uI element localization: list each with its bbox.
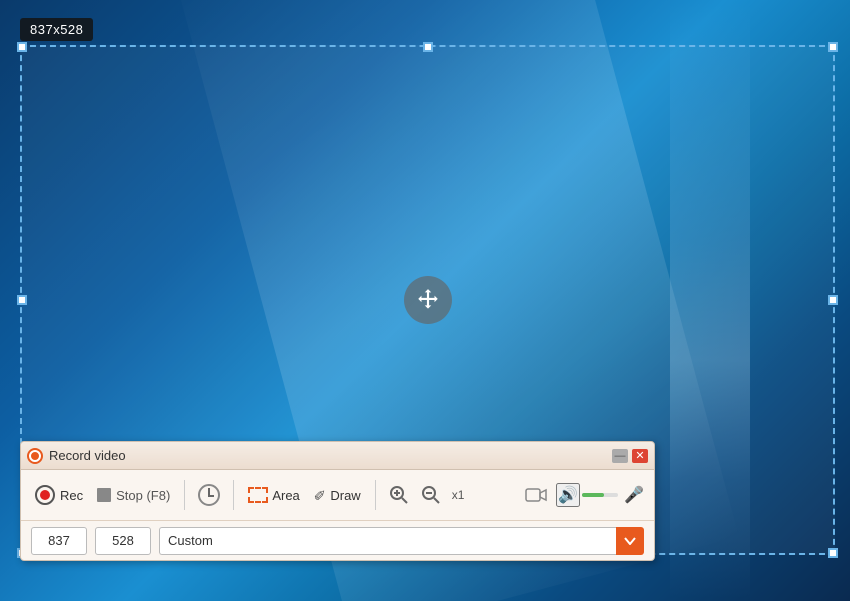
zoom-1x-button[interactable]: x1 xyxy=(450,486,467,504)
chevron-down-icon xyxy=(624,537,636,545)
height-input[interactable] xyxy=(95,527,151,555)
camera-button[interactable] xyxy=(522,481,550,509)
volume-control: 🔊 xyxy=(556,483,618,507)
area-button[interactable]: Area xyxy=(244,485,303,505)
zoom-out-icon xyxy=(421,485,441,505)
stop-square-icon xyxy=(97,488,111,502)
close-button[interactable]: ✕ xyxy=(632,449,648,463)
pencil-icon: ✏ xyxy=(309,484,331,506)
area-label: Area xyxy=(272,488,299,503)
desktop-background: 837x528 Record video — ✕ Rec xyxy=(0,0,850,601)
stop-button[interactable]: Stop (F8) xyxy=(93,486,174,505)
zoom-in-button[interactable] xyxy=(386,482,412,508)
width-input[interactable] xyxy=(31,527,87,555)
handle-top-middle[interactable] xyxy=(423,42,433,52)
toolbar-title-left: Record video xyxy=(27,448,186,464)
area-dashed-icon xyxy=(248,487,268,503)
volume-icon-button[interactable]: 🔊 xyxy=(556,483,580,507)
rec-dot-icon xyxy=(40,490,50,500)
toolbar-footer: Custom xyxy=(21,520,654,560)
right-controls: 🔊 🎤 xyxy=(522,481,644,509)
window-controls: — ✕ xyxy=(612,449,648,463)
divider-3 xyxy=(375,480,376,510)
handle-middle-right[interactable] xyxy=(828,295,838,305)
zoom-in-icon xyxy=(389,485,409,505)
preset-text: Custom xyxy=(159,527,617,555)
volume-fill-green xyxy=(582,493,604,497)
rec-label: Rec xyxy=(60,488,83,503)
move-arrows-svg xyxy=(415,287,441,313)
rec-circle-icon xyxy=(35,485,55,505)
clock-icon xyxy=(198,484,220,506)
app-icon-orange xyxy=(27,448,43,464)
move-cursor-icon[interactable] xyxy=(404,276,452,324)
toolbar-body: Rec Stop (F8) Area ✏ Draw xyxy=(21,470,654,520)
toolbar-title: Record video xyxy=(49,448,126,463)
volume-bar-green[interactable] xyxy=(582,493,618,497)
toolbar-titlebar: Record video — ✕ xyxy=(21,442,654,470)
handle-middle-left[interactable] xyxy=(17,295,27,305)
record-video-toolbar: Record video — ✕ Rec Stop (F8) xyxy=(20,441,655,561)
zoom-out-button[interactable] xyxy=(418,482,444,508)
preset-dropdown-button[interactable] xyxy=(616,527,644,555)
handle-top-right[interactable] xyxy=(828,42,838,52)
handle-top-left[interactable] xyxy=(17,42,27,52)
minimize-button[interactable]: — xyxy=(612,449,628,463)
rec-button[interactable]: Rec xyxy=(31,483,87,507)
camera-icon xyxy=(525,486,547,504)
divider-2 xyxy=(233,480,234,510)
microphone-button[interactable]: 🎤 xyxy=(624,485,644,505)
draw-button[interactable]: ✏ Draw xyxy=(310,484,365,506)
handle-bottom-right[interactable] xyxy=(828,548,838,558)
timer-button[interactable] xyxy=(195,481,223,509)
divider-1 xyxy=(184,480,185,510)
stop-label: Stop (F8) xyxy=(116,488,170,503)
draw-label: Draw xyxy=(330,488,360,503)
preset-select-wrapper: Custom xyxy=(159,527,644,555)
dimension-label: 837x528 xyxy=(20,18,93,41)
